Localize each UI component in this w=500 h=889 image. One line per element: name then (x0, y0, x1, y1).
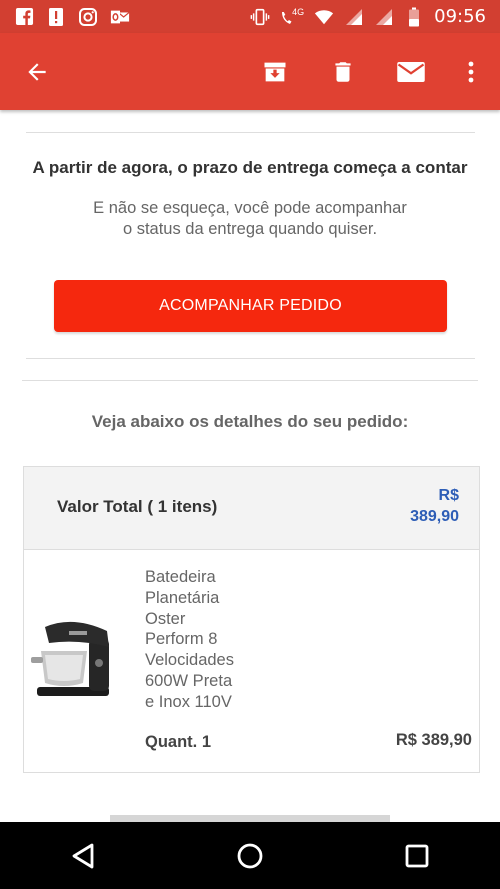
signal-icon (344, 7, 364, 27)
network-label: 4G (292, 7, 305, 17)
total-value: 389,90 (410, 508, 459, 525)
outlook-icon (110, 7, 130, 27)
home-circle-icon[interactable] (230, 836, 270, 876)
signal-icon (374, 7, 394, 27)
back-arrow-icon[interactable] (24, 58, 52, 86)
battery-icon (404, 7, 424, 27)
total-currency: R$ (438, 487, 459, 504)
archive-icon[interactable] (260, 57, 290, 87)
product-price: R$ 389,90 (395, 731, 472, 749)
vibrate-icon (250, 7, 270, 27)
product-quantity: Quant. 1 (145, 733, 212, 751)
wifi-calling-4g-icon: 4G (280, 7, 304, 27)
product-name-line: Velocidades (145, 651, 234, 670)
toolbar-actions (260, 57, 500, 87)
subline: E não se esqueça, você pode acompanhar o… (0, 198, 500, 240)
mail-icon[interactable] (396, 57, 426, 87)
wifi-icon (314, 7, 334, 27)
subline-1: E não se esqueça, você pode acompanhar (93, 199, 407, 217)
recents-square-icon[interactable] (397, 836, 437, 876)
product-name[interactable]: Batedeira Planetária Oster Perform 8 Vel… (145, 567, 275, 713)
alert-icon (46, 7, 66, 27)
app-bar (0, 33, 500, 110)
product-name-line: Planetária (145, 588, 220, 607)
more-vert-icon[interactable] (464, 57, 478, 87)
headline: A partir de agora, o prazo de entrega co… (32, 158, 468, 177)
subline-2: o status da entrega quando quiser. (122, 220, 378, 238)
email-body: A partir de agora, o prazo de entrega co… (0, 110, 500, 822)
product-image[interactable] (29, 617, 117, 699)
divider (26, 358, 475, 359)
divider (22, 380, 478, 381)
system-icons: 4G 09:56 (250, 6, 500, 27)
order-total-row: Valor Total ( 1 itens) R$ 389,90 (24, 467, 479, 550)
facebook-icon (14, 7, 34, 27)
total-label: Valor Total ( 1 itens) (57, 497, 218, 516)
notification-icons (0, 7, 130, 27)
product-name-line: 600W Preta (145, 671, 233, 690)
track-order-button[interactable]: ACOMPANHAR PEDIDO (54, 280, 447, 332)
product-name-line: Perform 8 (145, 630, 218, 649)
instagram-icon (78, 7, 98, 27)
product-name-line: e Inox 110V (145, 692, 232, 711)
status-bar: 4G 09:56 (0, 0, 500, 33)
clock: 09:56 (434, 6, 486, 27)
system-nav-bar (0, 822, 500, 889)
product-name-line: Batedeira (145, 568, 216, 586)
delete-icon[interactable] (328, 57, 358, 87)
order-card: Valor Total ( 1 itens) R$ 389,90 Batedei… (23, 466, 480, 773)
divider (26, 132, 475, 133)
scroll-indicator (110, 815, 390, 822)
back-triangle-icon[interactable] (63, 836, 103, 876)
order-details-title: Veja abaixo os detalhes do seu pedido: (91, 412, 409, 431)
product-name-line: Oster (145, 609, 186, 628)
